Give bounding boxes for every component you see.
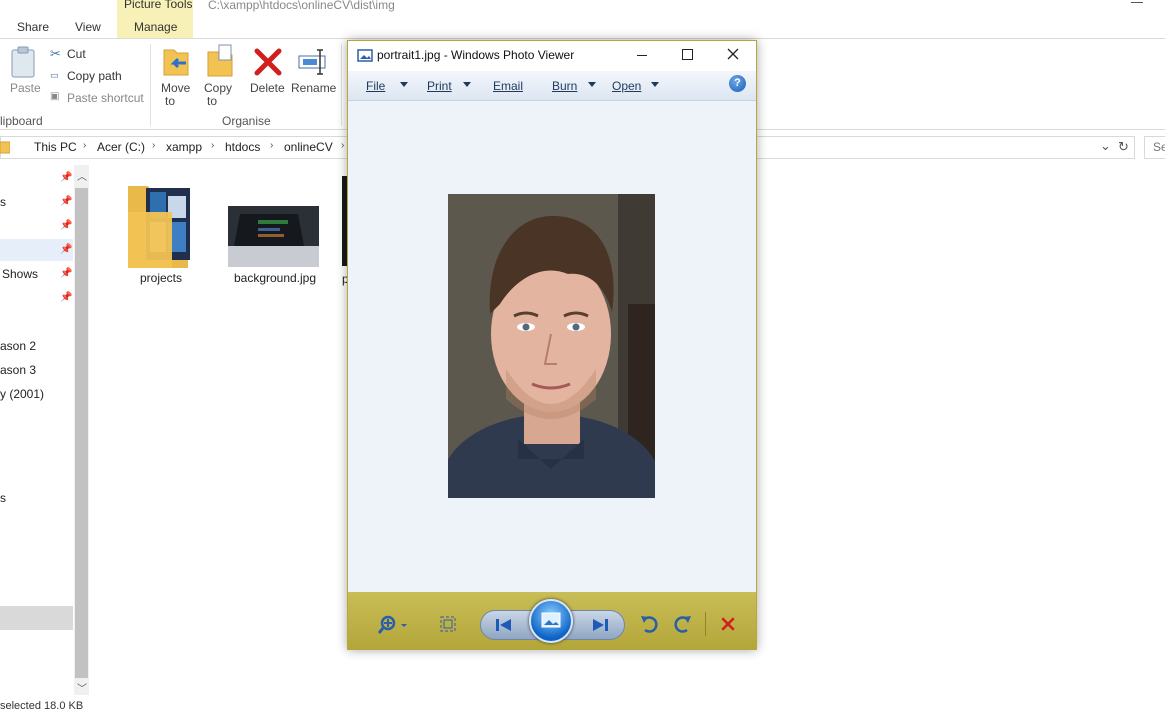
copy-path-icon: ▭ xyxy=(50,70,59,80)
menu-print[interactable]: Print xyxy=(427,79,452,93)
caret-down-icon[interactable] xyxy=(588,82,596,87)
next-icon[interactable] xyxy=(591,617,609,633)
pin-icon: 📌 xyxy=(60,292,73,303)
projects-folder-icon[interactable] xyxy=(128,182,192,268)
move-to-button[interactable]: Move xyxy=(161,81,190,95)
paste-shortcut-icon: ▣ xyxy=(50,91,60,102)
copy-to-button-line2[interactable]: to xyxy=(207,94,217,108)
viewer-window-title: portrait1.jpg - Windows Photo Viewer xyxy=(377,48,575,62)
refresh-icon[interactable]: ↻ xyxy=(1118,139,1129,155)
move-to-button-line2[interactable]: to xyxy=(165,94,175,108)
scroll-down-icon[interactable]: ﹀ xyxy=(77,680,87,695)
chevron-right-icon[interactable]: › xyxy=(341,140,344,151)
actual-size-icon[interactable] xyxy=(440,616,456,632)
menu-file[interactable]: File xyxy=(366,79,385,93)
breadcrumb-onlinecv[interactable]: onlineCV xyxy=(284,140,333,154)
nav-item[interactable]: y (2001) xyxy=(0,387,44,401)
clipboard-group-label: lipboard xyxy=(0,114,43,128)
pin-icon: 📌 xyxy=(60,220,73,231)
nav-item[interactable]: ason 3 xyxy=(0,363,36,377)
slideshow-icon xyxy=(541,612,561,628)
caret-down-icon[interactable] xyxy=(463,82,471,87)
file-label-background[interactable]: background.jpg xyxy=(225,271,325,285)
copy-to-icon[interactable] xyxy=(206,44,234,78)
paste-shortcut-button[interactable]: Paste shortcut xyxy=(67,91,144,105)
tab-manage[interactable]: Manage xyxy=(134,20,177,34)
nav-scrollbar-thumb[interactable] xyxy=(75,188,88,678)
ribbon-separator xyxy=(341,44,342,126)
pin-icon: 📌 xyxy=(60,268,73,279)
chevron-right-icon[interactable]: › xyxy=(211,140,214,151)
picture-tools-label: Picture Tools xyxy=(124,0,193,11)
file-label-projects[interactable]: projects xyxy=(111,271,211,285)
close-icon[interactable] xyxy=(727,48,739,60)
ribbon-separator xyxy=(150,44,151,126)
zoom-icon[interactable] xyxy=(378,614,410,636)
breadcrumb-xampp[interactable]: xampp xyxy=(166,140,202,154)
rename-button[interactable]: Rename xyxy=(291,81,336,95)
move-to-icon[interactable] xyxy=(162,46,190,78)
cut-button[interactable]: Cut xyxy=(67,47,86,61)
minimize-icon[interactable] xyxy=(1131,2,1143,3)
paste-button[interactable]: Paste xyxy=(10,81,41,95)
breadcrumb-drive[interactable]: Acer (C:) xyxy=(97,140,145,154)
search-placeholder: Se xyxy=(1153,140,1165,154)
nav-item[interactable]: s xyxy=(0,491,6,505)
toolbar-separator xyxy=(705,612,706,636)
caret-down-icon[interactable] xyxy=(400,82,408,87)
delete-icon[interactable] xyxy=(721,617,735,631)
help-icon[interactable]: ? xyxy=(729,75,746,92)
paste-icon[interactable] xyxy=(10,46,36,78)
background-thumbnail[interactable] xyxy=(228,206,319,267)
nav-item[interactable]: Shows xyxy=(2,267,38,281)
menu-email[interactable]: Email xyxy=(493,79,523,93)
status-bar-text: selected 18.0 KB xyxy=(0,700,84,712)
chevron-right-icon[interactable]: › xyxy=(152,140,155,151)
scroll-up-icon[interactable]: ︿ xyxy=(77,168,87,183)
delete-button[interactable]: Delete xyxy=(250,81,285,95)
rotate-clockwise-icon[interactable] xyxy=(674,614,692,634)
portrait-photo xyxy=(448,194,655,498)
chevron-right-icon[interactable]: › xyxy=(270,140,273,151)
nav-highlight-row[interactable] xyxy=(0,606,73,630)
minimize-icon[interactable] xyxy=(637,55,647,56)
organise-group-label: Organise xyxy=(222,114,271,128)
menu-open[interactable]: Open xyxy=(612,79,641,93)
pin-icon: 📌 xyxy=(60,196,73,207)
rotate-counterclockwise-icon[interactable] xyxy=(640,614,658,634)
window-path-title: C:\xampp\htdocs\onlineCV\dist\img xyxy=(208,0,395,12)
delete-icon[interactable] xyxy=(254,48,282,76)
previous-icon[interactable] xyxy=(495,617,513,633)
scissors-icon: ✂ xyxy=(50,46,61,61)
nav-item[interactable]: s xyxy=(0,195,6,209)
breadcrumb-this-pc[interactable]: This PC xyxy=(34,140,77,154)
pin-icon: 📌 xyxy=(60,244,73,255)
chevron-right-icon[interactable]: › xyxy=(83,140,86,151)
breadcrumb-htdocs[interactable]: htdocs xyxy=(225,140,260,154)
tab-view[interactable]: View xyxy=(75,20,101,34)
chevron-down-icon[interactable]: ⌄ xyxy=(1100,138,1111,154)
photo-viewer-window: portrait1.jpg - Windows Photo Viewer Fil… xyxy=(347,40,757,650)
maximize-icon[interactable] xyxy=(682,49,693,60)
pin-icon: 📌 xyxy=(60,172,73,183)
copy-to-button[interactable]: Copy xyxy=(204,81,232,95)
nav-item[interactable]: ason 2 xyxy=(0,339,36,353)
rename-icon[interactable] xyxy=(298,48,328,76)
caret-down-icon[interactable] xyxy=(651,82,659,87)
folder-icon xyxy=(0,141,10,154)
copy-path-button[interactable]: Copy path xyxy=(67,69,122,83)
photo-viewer-icon xyxy=(357,49,373,62)
tab-share[interactable]: Share xyxy=(17,20,49,34)
menu-burn[interactable]: Burn xyxy=(552,79,577,93)
